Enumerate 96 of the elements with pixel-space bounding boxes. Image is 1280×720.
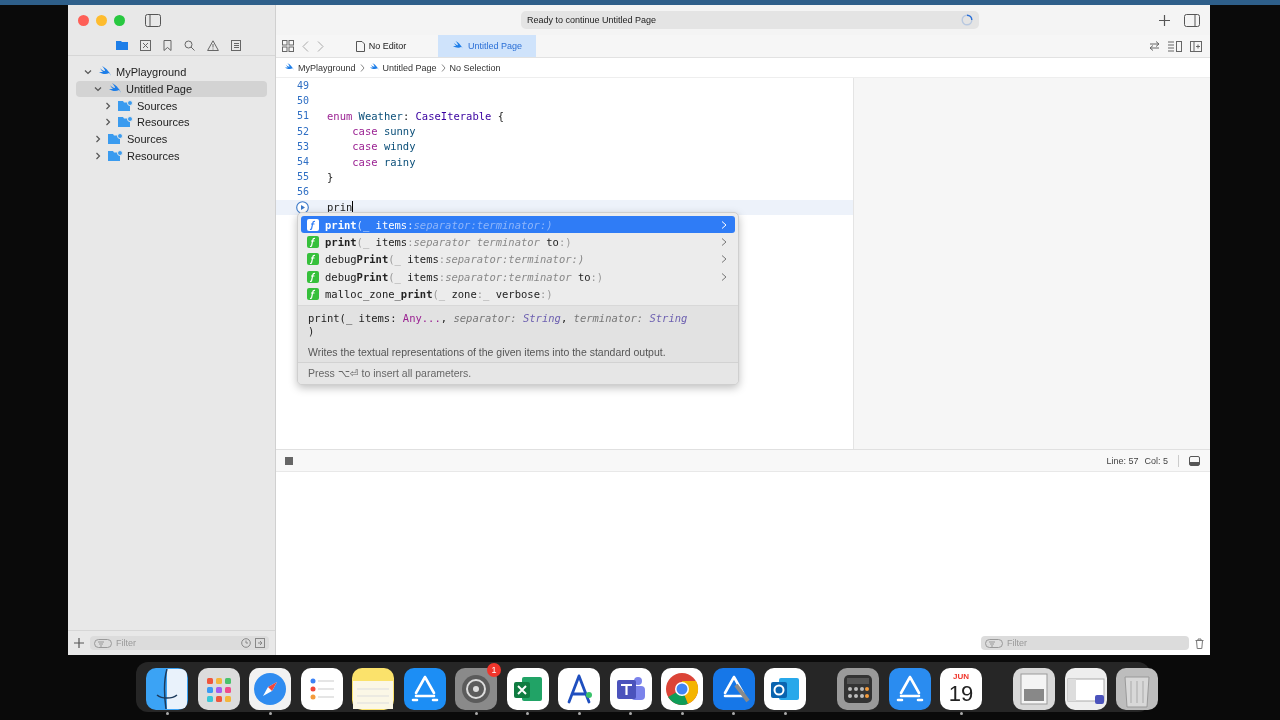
function-icon: [307, 218, 319, 231]
line-number: 55: [296, 171, 309, 183]
completion-item[interactable]: print(_ items:separator terminator to:): [301, 233, 735, 251]
app-icon[interactable]: [352, 667, 394, 710]
filter-icon: [985, 638, 1003, 648]
line-number: 51: [296, 110, 309, 122]
stop-icon[interactable]: [285, 456, 293, 465]
run-icon[interactable]: [296, 200, 309, 214]
app-icon[interactable]: [249, 667, 291, 710]
breadcrumb-item[interactable]: No Selection: [449, 62, 501, 73]
minimap-icon[interactable]: [1168, 40, 1182, 52]
folder-icon: [118, 99, 133, 112]
navigator-item[interactable]: Sources: [76, 97, 267, 115]
app-icon[interactable]: [712, 667, 755, 710]
line-number: 53: [296, 140, 309, 152]
line-number: 50: [296, 95, 309, 107]
inspector-toggle-icon[interactable]: [1184, 13, 1200, 27]
navigator-item[interactable]: MyPlayground: [76, 64, 267, 81]
app-icon[interactable]: [558, 667, 600, 710]
line-number: 56: [296, 186, 309, 198]
function-signature: print(_ items: Any..., separator: String, terminator: String ): [308, 311, 689, 338]
function-icon: [307, 236, 319, 249]
editor-tab[interactable]: Untitled Page: [438, 35, 536, 57]
add-icon[interactable]: [74, 638, 84, 648]
function-icon: [307, 288, 319, 301]
code-line: prin: [327, 201, 354, 214]
warning-icon[interactable]: [207, 39, 219, 51]
search-icon[interactable]: [184, 39, 195, 51]
grid-icon[interactable]: [282, 40, 294, 52]
app-icon[interactable]: [661, 667, 703, 710]
completion-item[interactable]: debugPrint(_ items:separator:terminator:): [301, 250, 735, 269]
source-control-icon[interactable]: [140, 39, 151, 51]
folder-icon: [108, 149, 123, 162]
completion-item[interactable]: print(_ items:separator:terminator:): [301, 216, 735, 234]
chevron-right-icon: [359, 63, 365, 72]
breadcrumb-item[interactable]: Untitled Page: [368, 62, 437, 73]
swift-icon: [284, 63, 295, 72]
status-text: Ready to continue Untitled Page: [527, 15, 657, 25]
app-icon[interactable]: [837, 667, 879, 710]
completion-hint: Press ⌥⏎ to insert all parameters.: [298, 361, 738, 384]
code-line: case sunny: [351, 125, 416, 138]
app-icon[interactable]: [300, 667, 343, 710]
code-line: case windy: [351, 140, 416, 153]
folder-icon[interactable]: [116, 40, 128, 50]
app-icon[interactable]: [1013, 667, 1055, 710]
function-icon: [307, 253, 319, 266]
function-summary: Writes the textual representations of the given items into the standard output.: [308, 345, 667, 358]
app-icon[interactable]: [1064, 667, 1107, 710]
trash-icon[interactable]: [1195, 637, 1204, 649]
add-editor-icon[interactable]: [1190, 40, 1202, 52]
document-icon: [355, 40, 365, 52]
navigator-item[interactable]: Sources: [76, 130, 267, 148]
filter-input[interactable]: Filter: [1007, 638, 1185, 648]
line-number: 52: [296, 125, 309, 137]
filter-field[interactable]: Filter: [981, 636, 1189, 650]
column-indicator: Col: 5: [1144, 455, 1168, 466]
app-icon[interactable]: [1116, 667, 1158, 710]
report-icon[interactable]: [231, 39, 241, 51]
function-icon: [307, 270, 319, 283]
folder-icon: [108, 133, 123, 146]
filter-input[interactable]: Filter: [116, 638, 237, 648]
app-icon[interactable]: [403, 667, 446, 710]
filter-icon: [94, 638, 112, 648]
app-icon[interactable]: [609, 667, 652, 710]
line-number: 54: [296, 156, 309, 168]
code-line: case rainy: [351, 155, 416, 168]
navigator-item[interactable]: Untitled Page: [76, 80, 267, 98]
app-icon[interactable]: [888, 667, 931, 710]
scope-icon[interactable]: [255, 638, 265, 648]
app-icon[interactable]: [506, 667, 549, 710]
notification-badge: 1: [487, 662, 501, 677]
sidebar-toggle-icon[interactable]: [145, 13, 161, 27]
calendar-app-icon[interactable]: JUN 19: [940, 667, 982, 710]
folder-icon: [118, 116, 133, 129]
code-line: enum Weather: CaseIterable {: [327, 109, 505, 122]
swap-icon[interactable]: [1149, 41, 1160, 51]
navigator-item[interactable]: Resources: [76, 114, 267, 131]
app-icon[interactable]: [146, 667, 188, 710]
add-icon[interactable]: [1159, 14, 1170, 26]
line-number: 49: [296, 80, 309, 92]
bookmark-icon[interactable]: [163, 39, 172, 51]
line-indicator: Line: 57: [1106, 455, 1139, 466]
app-icon[interactable]: [197, 667, 240, 710]
breadcrumb-item[interactable]: MyPlayground: [284, 62, 356, 73]
swift-icon: [368, 63, 380, 72]
navigator-item[interactable]: Resources: [76, 147, 267, 165]
app-icon[interactable]: [764, 667, 806, 710]
completion-item[interactable]: malloc_zone_print(_ zone:_ verbose:): [301, 285, 735, 303]
editor-tab[interactable]: No Editor: [332, 35, 430, 57]
completion-item[interactable]: debugPrint(_ items:separator:terminator to:): [301, 268, 735, 286]
code-line: }: [327, 170, 334, 183]
swift-icon: [451, 41, 464, 51]
spinner-icon: [961, 14, 973, 26]
console-toggle-icon[interactable]: [1189, 455, 1200, 466]
chevron-right-icon: [440, 63, 446, 72]
filter-field[interactable]: Filter: [90, 636, 269, 650]
